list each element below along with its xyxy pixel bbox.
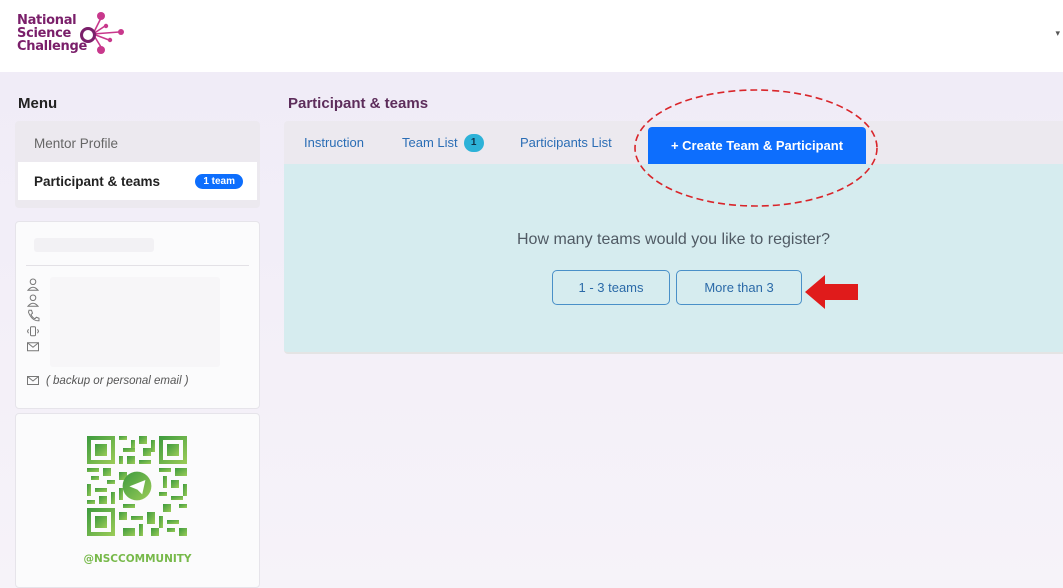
qr-code-icon[interactable] <box>87 436 187 536</box>
user-menu-caret-icon[interactable]: ▾ <box>1055 28 1060 39</box>
tab-label: Team List <box>402 135 458 150</box>
email-icon <box>27 376 39 385</box>
sidebar-item-mentor-profile[interactable]: Mentor Profile <box>18 124 257 162</box>
community-card: @NSCCOMMUNITY <box>15 413 260 588</box>
sidebar-item-participant-teams[interactable]: Participant & teams 1 team <box>18 162 257 200</box>
red-arrow-annotation <box>805 275 858 309</box>
sidebar-menu: Mentor Profile Participant & teams 1 tea… <box>15 121 260 208</box>
profile-icons <box>26 277 40 355</box>
backup-email-row: ( backup or personal email ) <box>26 374 189 387</box>
email-icon <box>27 342 39 352</box>
user-icon <box>26 278 40 291</box>
sidebar-item-label: Mentor Profile <box>34 135 119 151</box>
team-count-badge: 1 team <box>195 173 243 189</box>
tab-label: Participants List <box>520 135 612 150</box>
community-handle[interactable]: @NSCCOMMUNITY <box>16 553 259 565</box>
redacted-details <box>50 277 220 367</box>
team-list-count-badge: 1 <box>463 133 484 152</box>
tab-label: Instruction <box>304 135 364 150</box>
option-more-than-3-button[interactable]: More than 3 <box>676 270 802 305</box>
mobile-vibrate-icon <box>26 325 40 336</box>
backup-email-note: ( backup or personal email ) <box>46 374 189 387</box>
tab-team-list[interactable]: Team List 1 <box>402 121 484 164</box>
menu-title: Menu <box>18 95 58 112</box>
redacted-name <box>34 238 154 252</box>
tab-participants-list[interactable]: Participants List <box>520 121 612 164</box>
option-1-3-teams-button[interactable]: 1 - 3 teams <box>552 270 670 305</box>
team-count-question: How many teams would you like to registe… <box>516 231 831 248</box>
page-title: Participant & teams <box>288 95 429 112</box>
nsc-logo[interactable]: National Science Challenge <box>17 10 127 60</box>
tab-instruction[interactable]: Instruction <box>304 121 364 164</box>
logo-molecule-icon <box>80 12 124 54</box>
user-icon <box>26 293 40 307</box>
highlight-ellipse-annotation <box>634 89 878 207</box>
profile-card: ( backup or personal email ) <box>15 221 260 409</box>
sidebar-item-label: Participant & teams <box>34 173 161 189</box>
divider <box>26 265 249 266</box>
phone-icon <box>27 309 40 322</box>
top-header: National Science Challenge ▾ <box>0 0 1063 72</box>
